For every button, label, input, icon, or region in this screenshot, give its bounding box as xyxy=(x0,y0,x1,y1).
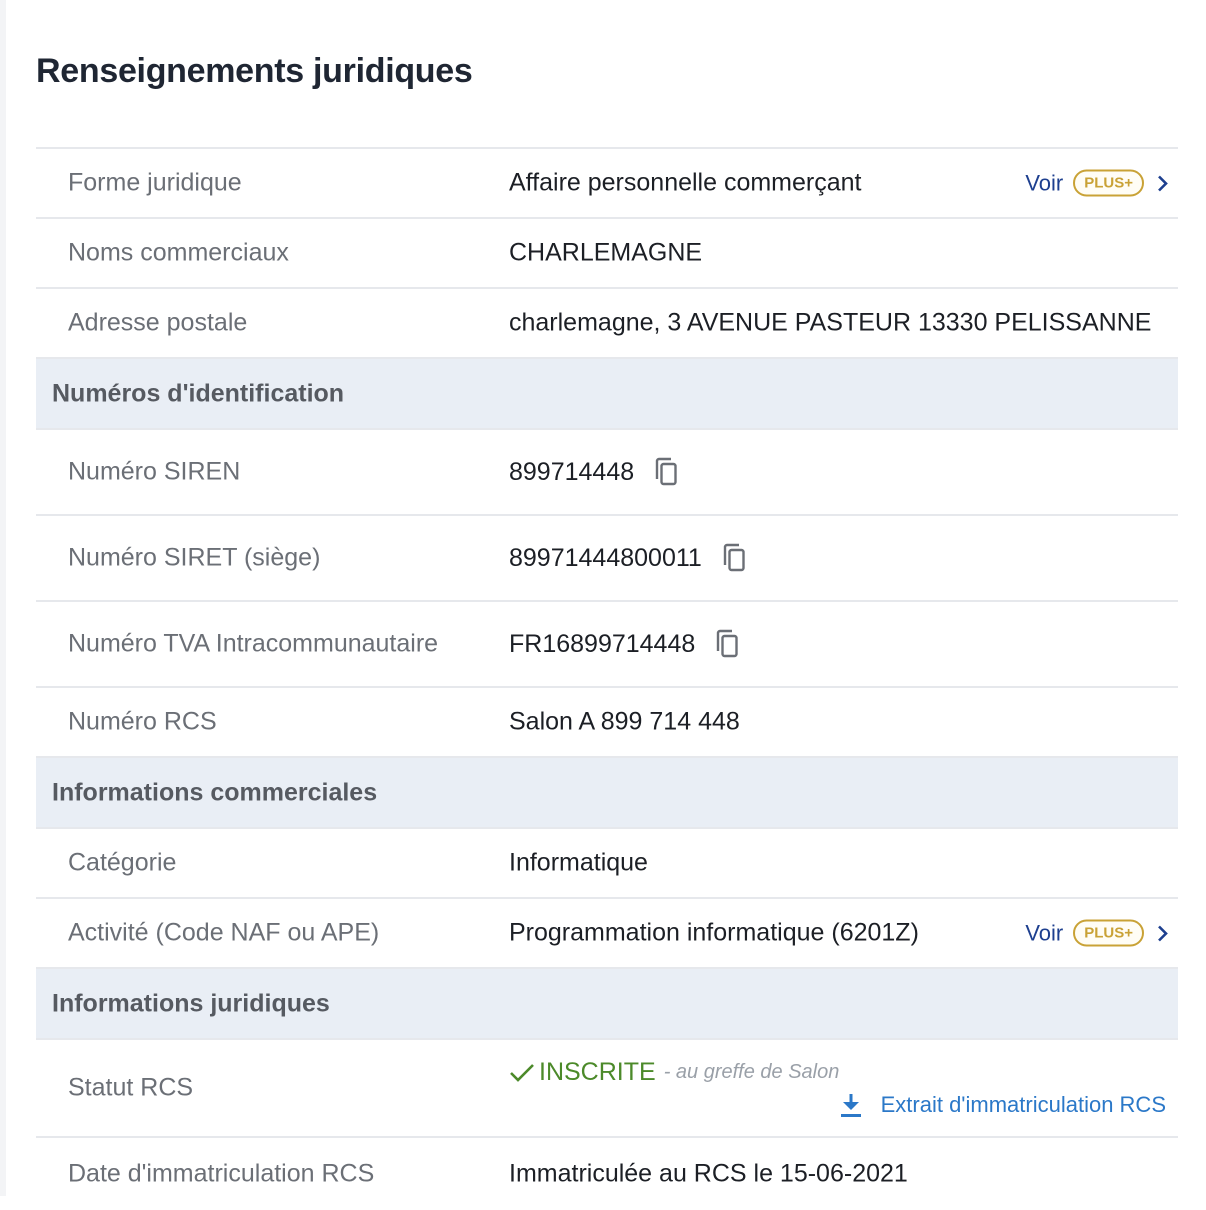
row-value: CHARLEMAGNE xyxy=(509,238,703,267)
check-icon xyxy=(510,1063,534,1082)
row-label: Date d'immatriculation RCS xyxy=(68,1159,375,1188)
row-value: FR16899714448 xyxy=(509,629,741,659)
siret-value: 89971444800011 xyxy=(509,543,702,572)
row-statut-rcs: Statut RCS INSCRITE - au greffe de Salon… xyxy=(36,1038,1178,1136)
row-value: Immatriculée au RCS le 15-06-2021 xyxy=(509,1159,908,1188)
page-title: Renseignements juridiques xyxy=(36,52,473,90)
section-title: Numéros d'identification xyxy=(52,379,345,407)
row-value: 89971444800011 xyxy=(509,543,748,573)
chevron-right-icon xyxy=(1158,175,1168,191)
row-label: Statut RCS xyxy=(68,1073,194,1102)
copy-icon[interactable] xyxy=(652,457,680,487)
row-value: Salon A 899 714 448 xyxy=(509,707,740,736)
row-siret: Numéro SIRET (siège) 89971444800011 xyxy=(36,514,1178,600)
row-label: Noms commerciaux xyxy=(68,238,289,267)
section-title: Informations commerciales xyxy=(52,778,378,806)
row-value: 899714448 xyxy=(509,457,680,487)
extrait-rcs-link[interactable]: Extrait d'immatriculation RCS xyxy=(839,1092,1166,1118)
row-tva: Numéro TVA Intracommunautaire FR16899714… xyxy=(36,600,1178,686)
status-badge: INSCRITE - au greffe de Salon xyxy=(509,1058,839,1087)
row-label: Forme juridique xyxy=(68,168,242,197)
row-label: Numéro SIRET (siège) xyxy=(68,543,321,572)
row-label: Numéro TVA Intracommunautaire xyxy=(68,629,439,658)
row-value: charlemagne, 3 AVENUE PASTEUR 13330 PELI… xyxy=(509,308,1152,337)
row-value: Informatique xyxy=(509,848,648,877)
section-juridiques: Informations juridiques xyxy=(36,967,1178,1038)
chevron-right-icon xyxy=(1158,925,1168,941)
plus-badge: PLUS+ xyxy=(1073,169,1144,197)
section-title: Informations juridiques xyxy=(52,989,330,1017)
voir-plus-button[interactable]: Voir PLUS+ xyxy=(1025,919,1170,947)
legal-info-table: Forme juridique Affaire personnelle comm… xyxy=(36,147,1178,1210)
tva-value: FR16899714448 xyxy=(509,629,696,658)
extrait-label: Extrait d'immatriculation RCS xyxy=(880,1092,1166,1117)
row-label: Activité (Code NAF ou APE) xyxy=(68,918,380,947)
row-date-immatriculation: Date d'immatriculation RCS Immatriculée … xyxy=(36,1136,1178,1210)
status-group: INSCRITE - au greffe de Salon xyxy=(509,1058,839,1087)
copy-icon[interactable] xyxy=(713,629,741,659)
row-adresse-postale: Adresse postale charlemagne, 3 AVENUE PA… xyxy=(36,287,1178,357)
row-siren: Numéro SIREN 899714448 xyxy=(36,428,1178,514)
voir-plus-button[interactable]: Voir PLUS+ xyxy=(1025,169,1170,197)
copy-icon[interactable] xyxy=(720,543,748,573)
left-shadow xyxy=(0,0,6,1196)
status-text: INSCRITE xyxy=(539,1058,656,1086)
row-label: Catégorie xyxy=(68,848,177,877)
row-value: Affaire personnelle commerçant xyxy=(509,168,862,197)
voir-label: Voir xyxy=(1025,920,1064,945)
row-forme-juridique: Forme juridique Affaire personnelle comm… xyxy=(36,147,1178,217)
greffe-text: - au greffe de Salon xyxy=(663,1061,840,1083)
voir-label: Voir xyxy=(1025,170,1064,195)
row-value: Programmation informatique (6201Z) xyxy=(509,918,919,947)
download-icon xyxy=(840,1094,861,1117)
siren-value: 899714448 xyxy=(509,457,635,486)
row-categorie: Catégorie Informatique xyxy=(36,827,1178,897)
plus-badge: PLUS+ xyxy=(1073,919,1144,947)
row-noms-commerciaux: Noms commerciaux CHARLEMAGNE xyxy=(36,217,1178,287)
row-activite: Activité (Code NAF ou APE) Programmation… xyxy=(36,897,1178,967)
section-identification: Numéros d'identification xyxy=(36,357,1178,428)
row-rcs: Numéro RCS Salon A 899 714 448 xyxy=(36,686,1178,756)
row-label: Adresse postale xyxy=(68,308,248,337)
row-label: Numéro SIREN xyxy=(68,457,241,486)
row-label: Numéro RCS xyxy=(68,707,217,736)
section-commerciales: Informations commerciales xyxy=(36,756,1178,827)
